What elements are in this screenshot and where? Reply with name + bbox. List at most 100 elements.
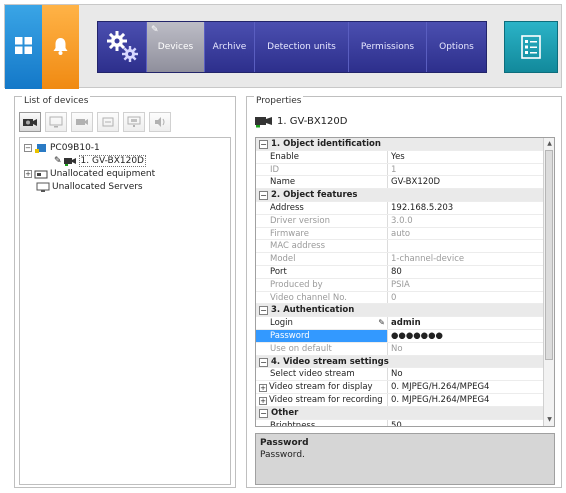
property-category[interactable]: −1. Object identification: [256, 138, 544, 151]
device-list-panel: List of devices − PC09B10-1 ✎ 1. GV-BX12…: [14, 96, 236, 488]
property-scrollbar[interactable]: ▲ ▼: [543, 138, 554, 426]
property-value[interactable]: 3.0.0: [388, 215, 544, 227]
property-row[interactable]: Address 192.168.5.203: [256, 201, 544, 215]
property-row[interactable]: Port 80: [256, 265, 544, 279]
scroll-down-icon[interactable]: ▼: [545, 415, 554, 425]
property-value[interactable]: auto: [388, 228, 544, 240]
collapse-expander[interactable]: −: [259, 140, 268, 149]
scroll-up-icon[interactable]: ▲: [545, 139, 554, 149]
property-value[interactable]: 0. MJPEG/H.264/MPEG4: [388, 381, 544, 393]
property-row[interactable]: Select video stream No: [256, 368, 544, 382]
tab-permissions[interactable]: Permissions: [348, 22, 426, 72]
tab-devices[interactable]: ✎ Devices: [146, 22, 204, 72]
home-tile[interactable]: [5, 5, 42, 89]
unallocated-servers-label: Unallocated Servers: [52, 182, 143, 192]
io-device-button[interactable]: [97, 112, 119, 132]
property-row[interactable]: + Video stream for display 0. MJPEG/H.264/…: [256, 381, 544, 394]
property-name: Model: [256, 253, 388, 265]
property-category[interactable]: −2. Object features: [256, 189, 544, 202]
display-icon: [127, 116, 141, 127]
tab-detection-units[interactable]: Detection units: [254, 22, 348, 72]
collapse-expander[interactable]: −: [259, 408, 268, 418]
property-grid: −1. Object identification Enable Yes ID 1 Nam…: [255, 137, 555, 427]
property-name: Firmware: [256, 227, 388, 240]
property-name: Select video stream: [256, 368, 388, 381]
property-name-text: Firmware: [270, 228, 309, 239]
category-label: 2. Object features: [271, 190, 358, 201]
expand-expander[interactable]: +: [24, 170, 32, 178]
property-row[interactable]: Produced by PSIA: [256, 278, 544, 292]
speaker-button[interactable]: [149, 112, 171, 132]
category-label: 1. Object identification: [271, 139, 381, 149]
collapse-expander[interactable]: −: [24, 144, 32, 152]
tree-node-server[interactable]: − PC09B10-1: [24, 142, 100, 154]
scroll-thumb[interactable]: [545, 150, 553, 360]
tab-options[interactable]: Options: [426, 22, 486, 72]
property-row[interactable]: Name GV-BX120D: [256, 176, 544, 190]
property-row[interactable]: Firmware auto: [256, 227, 544, 241]
property-name-text: Model: [270, 254, 296, 265]
property-category[interactable]: −3. Authentication: [256, 304, 544, 318]
property-name: + Video stream for recording: [256, 393, 388, 406]
selected-device-name: 1. GV-BX120D: [277, 116, 348, 127]
checklist-tile[interactable]: [504, 21, 558, 73]
add-camera-button[interactable]: [19, 112, 41, 132]
property-value[interactable]: 0: [388, 292, 544, 304]
tree-node-unallocated-servers[interactable]: Unallocated Servers: [36, 181, 143, 193]
property-name: ID: [256, 163, 388, 176]
property-value[interactable]: PSIA: [388, 279, 544, 291]
property-value[interactable]: 1: [388, 164, 544, 176]
property-name-text: Driver version: [270, 215, 330, 226]
property-row[interactable]: Login ✎ admin: [256, 317, 544, 330]
tab-archive[interactable]: Archive: [204, 22, 254, 72]
property-value[interactable]: 192.168.5.203: [388, 202, 544, 214]
property-value[interactable]: admin: [388, 317, 544, 329]
property-row[interactable]: Driver version 3.0.0: [256, 214, 544, 228]
property-row[interactable]: + Video stream for recording 0. MJPEG/H.26…: [256, 393, 544, 407]
property-name: Name: [256, 176, 388, 189]
camera-button[interactable]: [71, 112, 93, 132]
gears-icon: [107, 31, 138, 62]
property-value[interactable]: [388, 240, 544, 252]
tree-node-unallocated-equipment[interactable]: + Unallocated equipment: [24, 168, 155, 180]
camera-icon: [63, 158, 76, 166]
checklist-icon: [521, 35, 541, 59]
property-value[interactable]: 80: [388, 266, 544, 278]
property-description: Password Password.: [255, 433, 555, 485]
collapse-expander[interactable]: −: [259, 191, 268, 201]
property-name-text: Enable: [270, 151, 299, 162]
property-category[interactable]: − Other: [256, 406, 544, 420]
property-value[interactable]: No: [388, 343, 544, 355]
property-value[interactable]: No: [388, 368, 544, 380]
property-value[interactable]: Yes: [388, 151, 544, 163]
property-value[interactable]: GV-BX120D: [388, 176, 544, 188]
property-name: Password: [256, 329, 388, 342]
collapse-expander[interactable]: −: [259, 357, 268, 367]
tree-node-camera[interactable]: ✎ 1. GV-BX120D: [54, 155, 146, 167]
property-row[interactable]: Enable Yes: [256, 150, 544, 164]
expand-expander[interactable]: +: [259, 396, 267, 405]
category-label: 3. Authentication: [271, 305, 355, 316]
property-row[interactable]: ID 1: [256, 163, 544, 177]
properties-title: Properties: [254, 96, 304, 106]
settings-nav-button[interactable]: [98, 22, 146, 72]
tab-permissions-label: Permissions: [360, 42, 415, 52]
property-row[interactable]: Model 1-channel-device: [256, 253, 544, 266]
property-row[interactable]: Video channel No. 0: [256, 291, 544, 305]
property-row[interactable]: Use on default No: [256, 342, 544, 356]
display-button[interactable]: [123, 112, 145, 132]
collapse-expander[interactable]: −: [259, 306, 268, 316]
property-row[interactable]: Password ●●●●●●●: [256, 329, 544, 343]
speaker-icon: [155, 117, 165, 127]
bell-icon: [53, 38, 68, 55]
add-monitor-button[interactable]: [45, 112, 67, 132]
property-row[interactable]: MAC address: [256, 240, 544, 254]
expand-expander[interactable]: +: [259, 384, 267, 393]
property-value[interactable]: 50: [388, 420, 544, 426]
alarms-tile[interactable]: [42, 5, 79, 89]
property-category[interactable]: −4. Video stream settings: [256, 355, 544, 369]
property-value[interactable]: 1-channel-device: [388, 253, 544, 265]
property-value[interactable]: 0. MJPEG/H.264/MPEG4: [388, 394, 544, 406]
property-value[interactable]: ●●●●●●●: [388, 330, 544, 342]
property-row[interactable]: Brightness 50: [256, 419, 544, 426]
